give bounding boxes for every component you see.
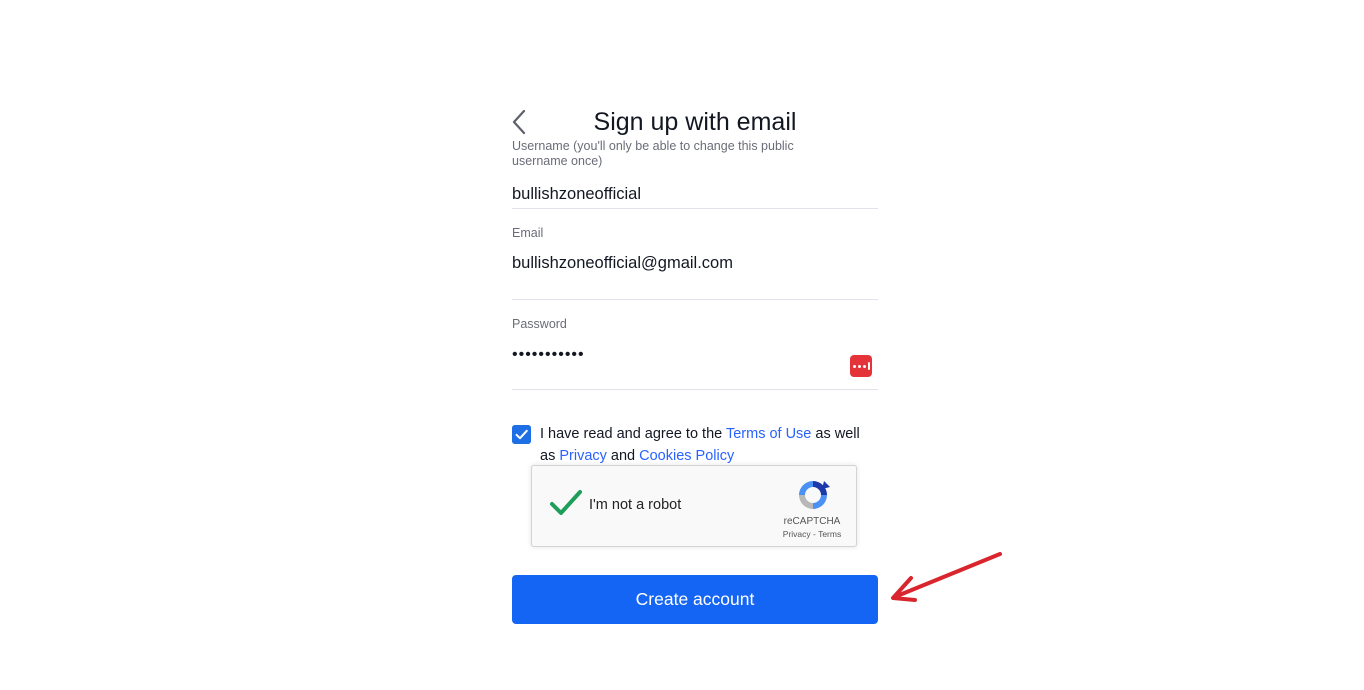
- terms-of-use-link[interactable]: Terms of Use: [726, 426, 811, 442]
- agreement-text-middle2: and: [606, 447, 640, 464]
- dot: [862, 364, 866, 368]
- recaptcha-widget: I'm not a robot reCAPTCHA Privacy - Term…: [531, 465, 857, 547]
- email-label: Email: [512, 226, 544, 240]
- recaptcha-label: I'm not a robot: [589, 497, 682, 513]
- page-title: Sign up with email: [593, 108, 797, 136]
- recaptcha-terms-link[interactable]: Terms: [818, 529, 841, 539]
- password-label: Password: [512, 317, 567, 331]
- password-field[interactable]: Password •••••••••••: [512, 317, 878, 390]
- bar: [867, 362, 870, 370]
- header: Sign up with email: [512, 104, 878, 144]
- email-input[interactable]: bullishzoneofficial@gmail.com: [512, 252, 878, 274]
- agree-checkbox[interactable]: [512, 425, 531, 444]
- recaptcha-separator: -: [810, 529, 819, 539]
- recaptcha-brand: reCAPTCHA: [783, 516, 841, 527]
- recaptcha-checkmark-icon[interactable]: [549, 488, 583, 518]
- create-account-button[interactable]: Create account: [512, 575, 878, 624]
- password-manager-icon[interactable]: [850, 355, 872, 377]
- signup-form: Sign up with email Username (you'll only…: [512, 104, 878, 474]
- dot: [852, 364, 856, 368]
- password-input[interactable]: •••••••••••: [512, 344, 878, 366]
- recaptcha-links: Privacy - Terms: [772, 529, 852, 539]
- agreement-text-before: I have read and agree to the: [540, 426, 726, 442]
- recaptcha-logo-icon: [799, 481, 830, 509]
- annotation-arrow-icon: [891, 552, 1002, 602]
- email-field[interactable]: Email bullishzoneofficial@gmail.com: [512, 226, 878, 300]
- agreement-text: I have read and agree to the Terms of Us…: [540, 424, 870, 467]
- username-input[interactable]: bullishzoneofficial: [512, 183, 878, 205]
- dot: [857, 364, 861, 368]
- username-field[interactable]: Username (you'll only be able to change …: [512, 139, 878, 209]
- privacy-link[interactable]: Privacy: [559, 448, 607, 464]
- cookies-policy-link[interactable]: Cookies Policy: [639, 448, 734, 464]
- username-label: Username (you'll only be able to change …: [512, 139, 794, 168]
- recaptcha-privacy-link[interactable]: Privacy: [783, 529, 811, 539]
